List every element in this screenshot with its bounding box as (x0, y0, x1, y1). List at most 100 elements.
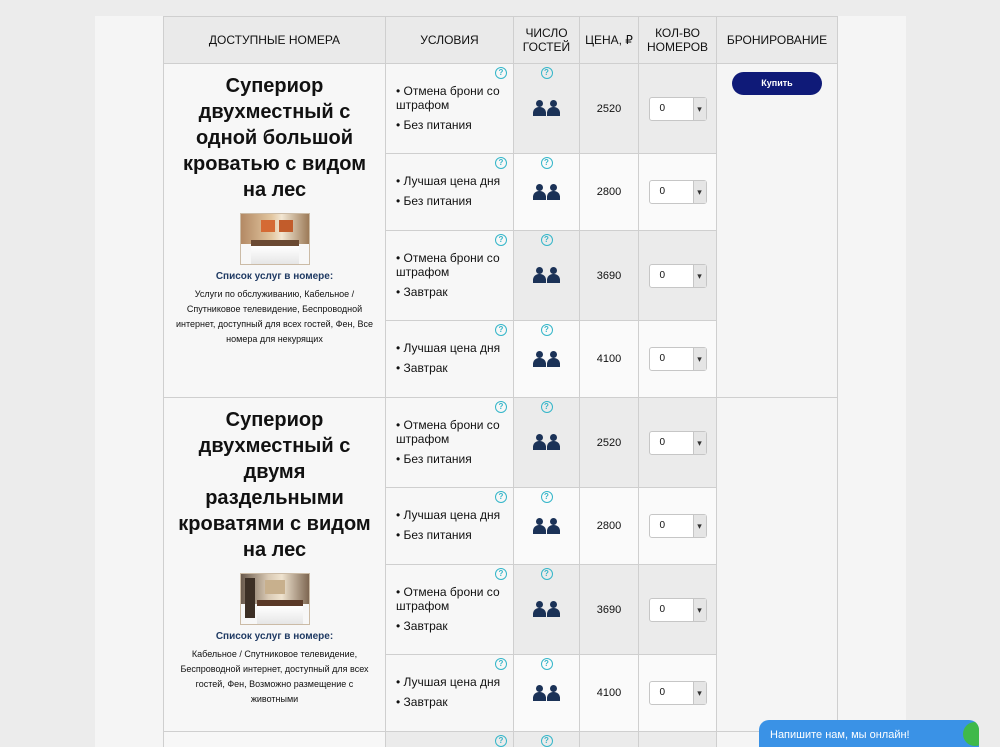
conditions-cell: ? • Отмена брони со штрафом • Завтрак (385, 564, 514, 655)
cancel-policy: • Лучшая цена дня (396, 174, 501, 188)
qty-cell (638, 731, 717, 747)
room-qty-select[interactable]: 0 ▾ (648, 263, 707, 288)
conditions-cell: ? • Отмена брони со штрафом • Завтрак (385, 230, 514, 321)
services-text: Услуги по обслуживанию, Кабельное / Спут… (176, 289, 373, 344)
services-title: Список услуг в номере: (215, 271, 334, 282)
chat-widget[interactable]: Напишите нам, мы онлайн! (759, 720, 979, 747)
help-icon[interactable]: ? (495, 401, 507, 413)
help-icon[interactable]: ? (495, 735, 507, 747)
guests-cell: ? (513, 153, 580, 231)
chevron-down-icon: ▾ (692, 348, 706, 370)
help-icon[interactable]: ? (495, 234, 507, 246)
help-icon[interactable]: ? (495, 67, 507, 79)
help-icon[interactable]: ? (540, 735, 553, 747)
chevron-down-icon: ▾ (692, 515, 706, 537)
room-title: Супериор двухместный с двумя раздельными… (178, 409, 371, 561)
chevron-down-icon: ▾ (692, 181, 706, 203)
cancel-policy: • Лучшая цена дня (396, 508, 501, 522)
room-qty-select[interactable]: 0 ▾ (648, 597, 707, 622)
conditions-cell: ? • Лучшая цена дня • Без питания (385, 153, 514, 231)
conditions-cell: ? • Лучшая цена дня • Без питания (385, 487, 514, 565)
qty-cell: 0 ▾ (638, 397, 717, 488)
help-icon[interactable]: ? (540, 491, 553, 503)
conditions-cell: ? • Лучшая цена дня • Завтрак (385, 654, 514, 732)
guests-cell: ? (513, 564, 580, 655)
two-guests-icon (532, 183, 561, 200)
help-icon[interactable]: ? (495, 157, 507, 169)
chevron-down-icon: ▾ (692, 431, 706, 454)
online-status-icon (963, 722, 979, 746)
cancel-policy: • Отмена брони со штрафом (396, 251, 500, 279)
help-icon[interactable]: ? (540, 324, 553, 336)
room-qty-select[interactable]: 0 ▾ (648, 347, 707, 371)
room-qty-select[interactable]: 0 ▾ (648, 681, 707, 705)
chevron-down-icon: ▾ (692, 264, 706, 287)
meal-plan: • Без питания (396, 528, 472, 542)
guests-cell: ? (513, 397, 580, 488)
chevron-down-icon: ▾ (692, 682, 706, 704)
help-icon[interactable]: ? (540, 234, 553, 246)
two-guests-icon (532, 684, 561, 701)
meal-plan: • Завтрак (396, 695, 448, 709)
room-photo[interactable] (239, 213, 310, 265)
two-guests-icon (532, 601, 561, 617)
guests-cell: ? (513, 320, 580, 398)
help-icon[interactable]: ? (495, 568, 507, 580)
booking-cell (716, 397, 838, 732)
help-icon[interactable]: ? (495, 658, 507, 670)
help-icon[interactable]: ? (540, 157, 553, 169)
meal-plan: • Без питания (396, 452, 472, 466)
price-cell: 3690 (579, 564, 639, 655)
booking-cell: Купить (716, 63, 838, 398)
cancel-policy: • Лучшая цена дня (396, 675, 501, 689)
help-icon[interactable]: ? (540, 67, 553, 79)
price-cell: 4100 (579, 654, 639, 732)
meal-plan: • Завтрак (396, 285, 448, 299)
services-title: Список услуг в номере: (215, 631, 334, 642)
price-cell: 2800 (579, 487, 639, 565)
rooms-table: ДОСТУПНЫЕ НОМЕРА УСЛОВИЯ ЧИСЛО ГОСТЕЙ ЦЕ… (163, 16, 838, 747)
help-icon[interactable]: ? (495, 324, 507, 336)
two-guests-icon (532, 267, 561, 283)
qty-cell: 0 ▾ (638, 63, 717, 154)
room-qty-select[interactable]: 0 ▾ (648, 430, 707, 455)
buy-button[interactable]: Купить (732, 72, 822, 95)
table-header: ДОСТУПНЫЕ НОМЕРА УСЛОВИЯ ЧИСЛО ГОСТЕЙ ЦЕ… (163, 16, 838, 64)
help-icon[interactable]: ? (495, 491, 507, 503)
conditions-cell: ? • Отмена брони со штрафом • Без питания (385, 397, 514, 488)
chevron-down-icon: ▾ (692, 598, 706, 621)
qty-cell: 0 ▾ (638, 230, 717, 321)
meal-plan: • Без питания (396, 118, 472, 132)
qty-cell: 0 ▾ (638, 564, 717, 655)
guests-cell: ? (513, 487, 580, 565)
header-conditions: УСЛОВИЯ (385, 16, 514, 64)
conditions-cell: ? • Лучшая цена дня • Завтрак (385, 320, 514, 398)
room-qty-select[interactable]: 0 ▾ (648, 96, 707, 121)
price-cell: 2520 (579, 63, 639, 154)
qty-cell: 0 ▾ (638, 487, 717, 565)
room-cell: Супериор двухместный с одной большой кро… (163, 63, 386, 398)
price-cell: 3690 (579, 230, 639, 321)
meal-plan: • Без питания (396, 194, 472, 208)
conditions-cell: ? • Отмена брони со штрафом • Без питания (385, 63, 514, 154)
qty-cell: 0 ▾ (638, 654, 717, 732)
room-title: Супериор двухместный с одной большой кро… (182, 75, 367, 201)
meal-plan: • Завтрак (396, 619, 448, 633)
help-icon[interactable]: ? (540, 401, 553, 413)
room-qty-select[interactable]: 0 ▾ (648, 514, 707, 538)
guests-cell: ? (513, 654, 580, 732)
price-cell (579, 731, 639, 747)
header-price: ЦЕНА, ₽ (579, 16, 639, 64)
chevron-down-icon: ▾ (692, 97, 706, 120)
room-photo[interactable] (239, 573, 310, 625)
cancel-policy: • Отмена брони со штрафом (396, 84, 500, 112)
chat-label: Напишите нам, мы онлайн! (770, 729, 910, 741)
guests-cell: ? (513, 63, 580, 154)
help-icon[interactable]: ? (540, 658, 553, 670)
conditions-cell: ? (385, 731, 514, 747)
room-qty-select[interactable]: 0 ▾ (648, 180, 707, 204)
help-icon[interactable]: ? (540, 568, 553, 580)
two-guests-icon (532, 350, 561, 367)
meal-plan: • Завтрак (396, 361, 448, 375)
cancel-policy: • Отмена брони со штрафом (396, 585, 500, 613)
